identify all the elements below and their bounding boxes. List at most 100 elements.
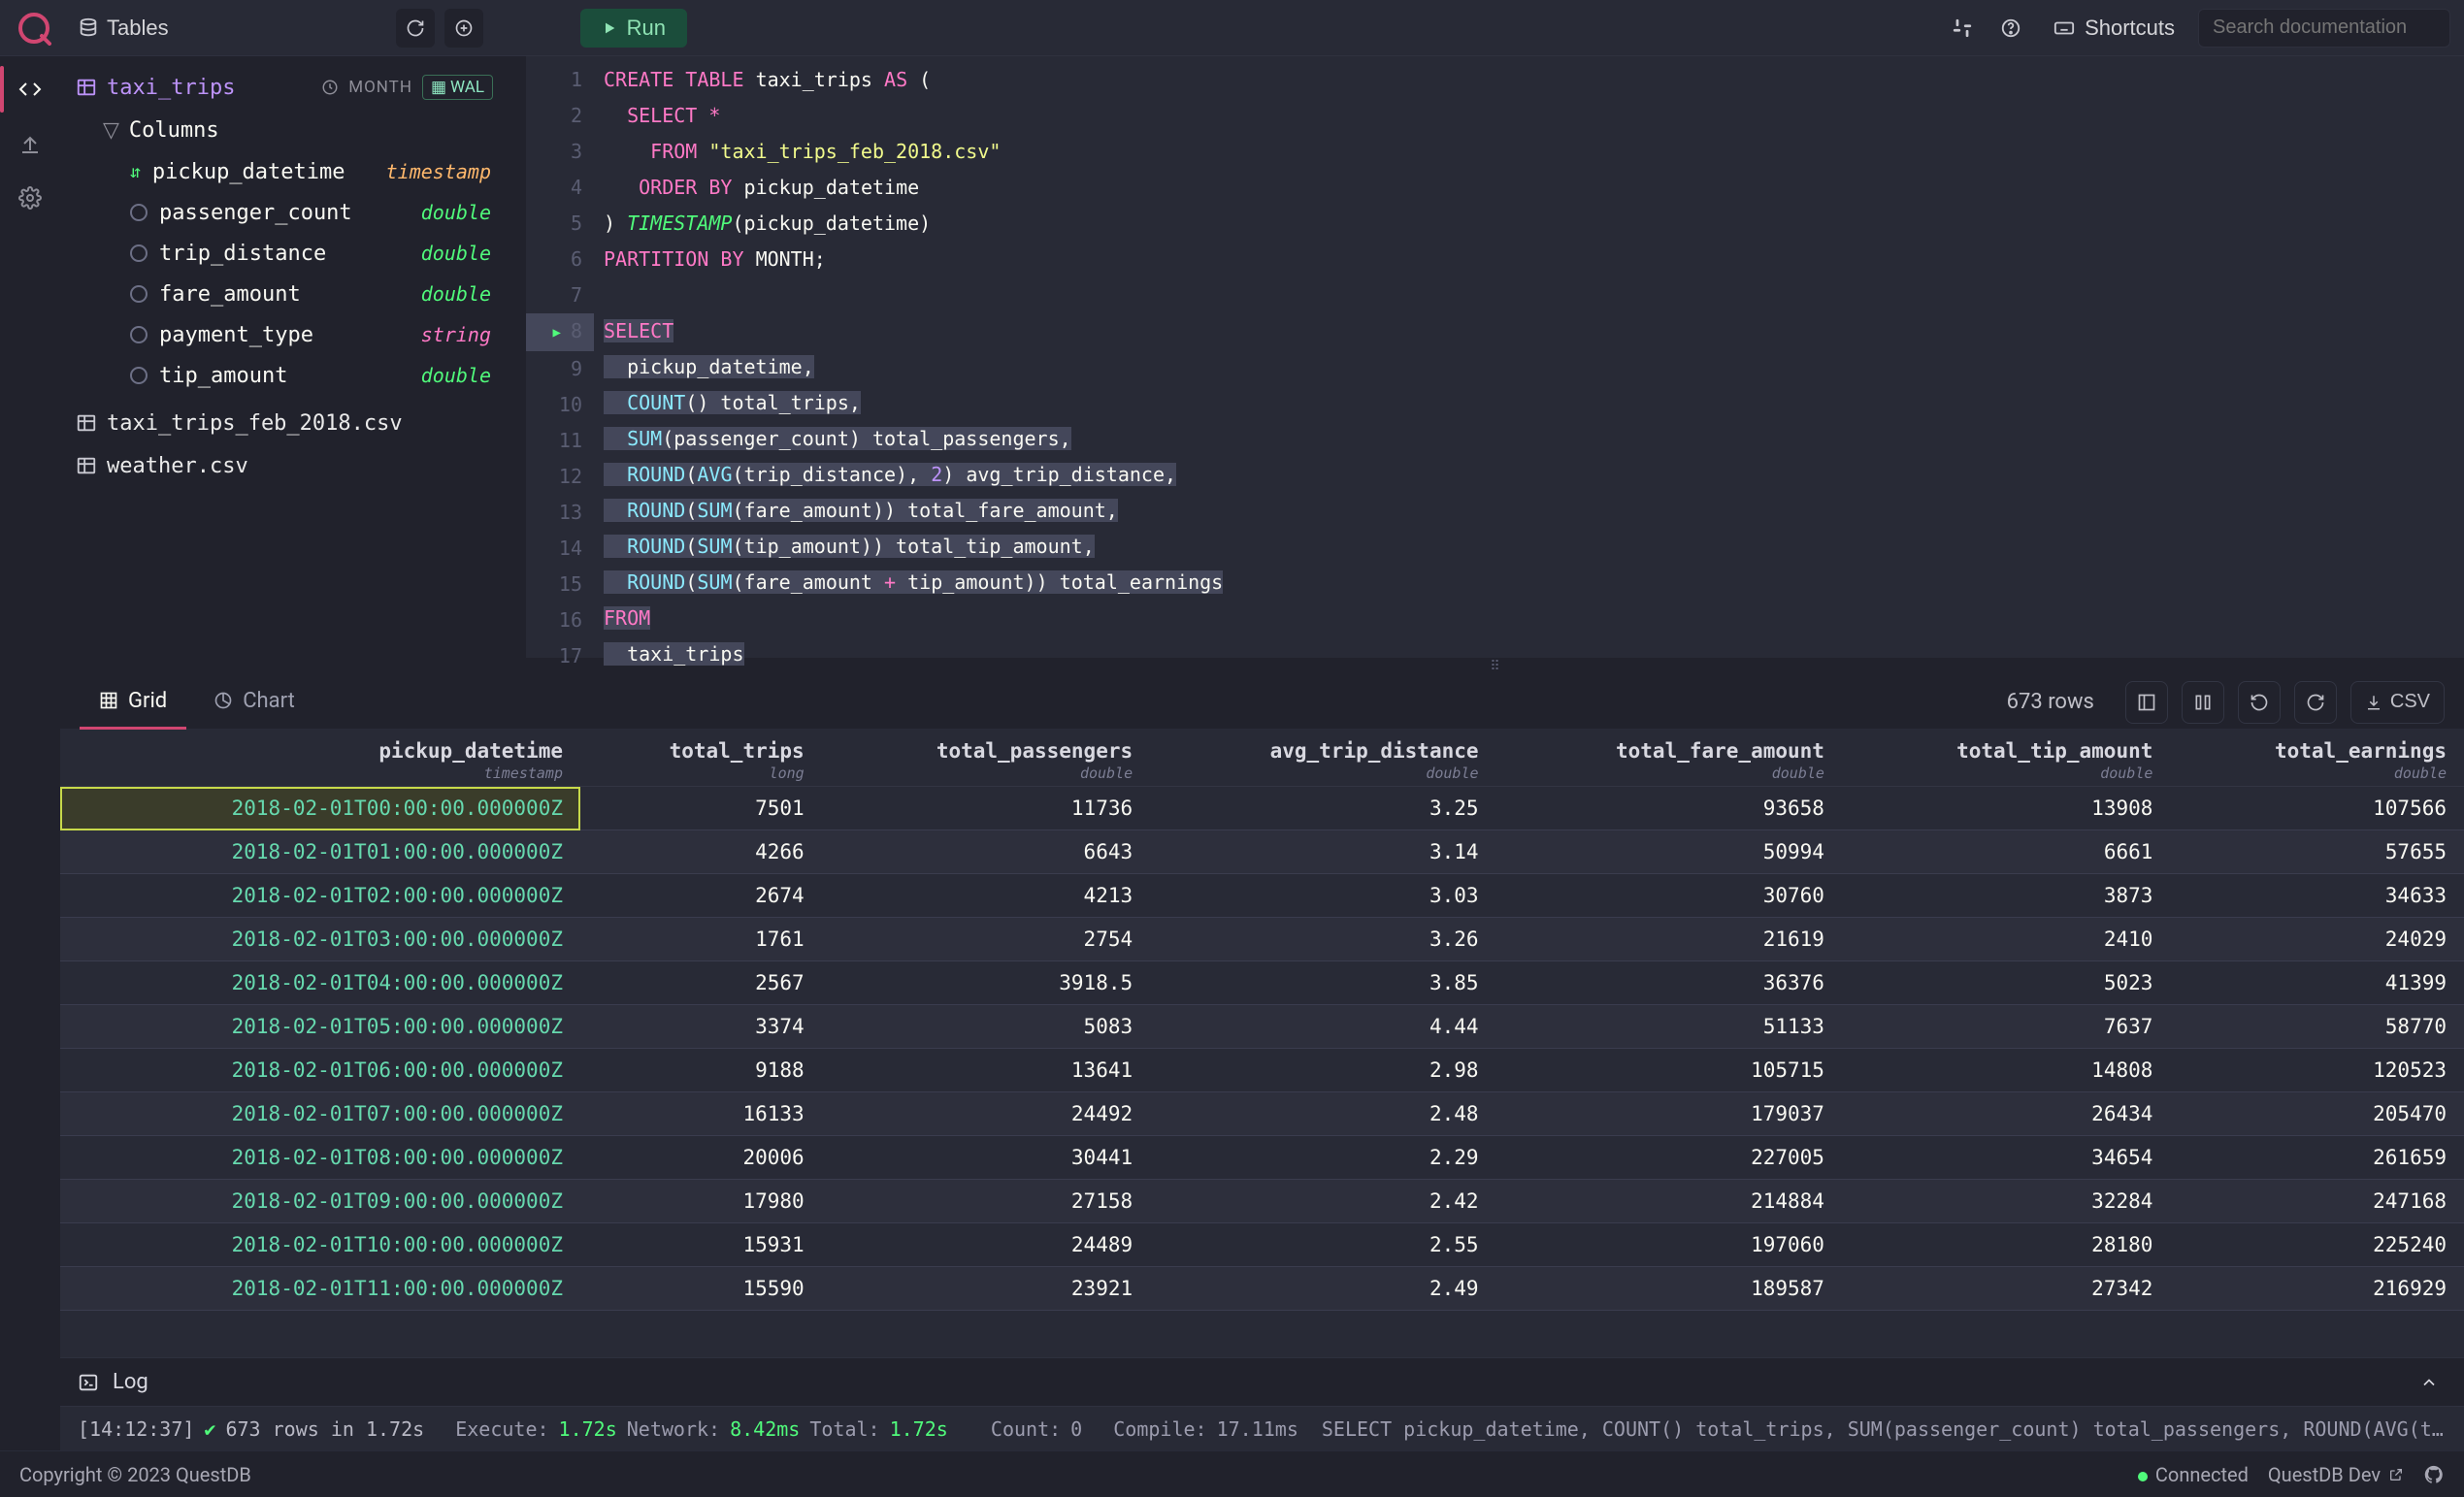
- column-row[interactable]: ⇵pickup_datetimetimestamp: [60, 151, 507, 192]
- rail-upload[interactable]: [7, 120, 53, 167]
- columns-button[interactable]: [2182, 681, 2224, 724]
- table-node[interactable]: taxi_trips MONTH ▦WAL: [60, 66, 507, 109]
- table-cell[interactable]: 3.25: [1150, 787, 1495, 830]
- rail-settings[interactable]: [7, 175, 53, 221]
- table-row[interactable]: 2018-02-01T04:00:00.000000Z25673918.53.8…: [60, 961, 2464, 1005]
- table-cell[interactable]: 93658: [1496, 787, 1842, 830]
- code-line[interactable]: ORDER BY pickup_datetime: [604, 170, 2464, 206]
- table-cell[interactable]: 2018-02-01T00:00:00.000000Z: [60, 787, 580, 830]
- table-cell[interactable]: 3374: [580, 1005, 822, 1049]
- table-row[interactable]: 2018-02-01T10:00:00.000000Z15931244892.5…: [60, 1223, 2464, 1267]
- tables-dropdown[interactable]: Tables: [64, 11, 182, 46]
- column-header[interactable]: total_tip_amountdouble: [1842, 730, 2170, 787]
- code-line[interactable]: pickup_datetime,: [604, 349, 2464, 385]
- table-cell[interactable]: 120523: [2170, 1049, 2464, 1092]
- table-cell[interactable]: 3918.5: [822, 961, 1150, 1005]
- table-cell[interactable]: 4.44: [1150, 1005, 1495, 1049]
- github-link[interactable]: [2423, 1464, 2445, 1485]
- slack-button[interactable]: [1943, 9, 1982, 48]
- table-cell[interactable]: 5083: [822, 1005, 1150, 1049]
- table-cell[interactable]: 1761: [580, 918, 822, 961]
- table-row[interactable]: 2018-02-01T05:00:00.000000Z337450834.445…: [60, 1005, 2464, 1049]
- column-header[interactable]: pickup_datetimetimestamp: [60, 730, 580, 787]
- table-cell[interactable]: 225240: [2170, 1223, 2464, 1267]
- table-cell[interactable]: 2.48: [1150, 1092, 1495, 1136]
- table-cell[interactable]: 205470: [2170, 1092, 2464, 1136]
- table-cell[interactable]: 34654: [1842, 1136, 2170, 1180]
- code-line[interactable]: FROM: [604, 601, 2464, 636]
- sql-editor[interactable]: 1234567▶891011121314151617181920 CREATE …: [526, 56, 2464, 658]
- table-cell[interactable]: 3.14: [1150, 830, 1495, 874]
- table-cell[interactable]: 2018-02-01T09:00:00.000000Z: [60, 1180, 580, 1223]
- code-line[interactable]: ROUND(SUM(fare_amount)) total_fare_amoun…: [604, 493, 2464, 529]
- rail-editor[interactable]: [7, 66, 53, 113]
- refresh-button[interactable]: [396, 9, 435, 48]
- code-line[interactable]: ROUND(SUM(tip_amount)) total_tip_amount,: [604, 529, 2464, 565]
- table-cell[interactable]: 27158: [822, 1180, 1150, 1223]
- code-line[interactable]: ROUND(AVG(trip_distance), 2) avg_trip_di…: [604, 457, 2464, 493]
- table-cell[interactable]: 2018-02-01T11:00:00.000000Z: [60, 1267, 580, 1311]
- add-button[interactable]: [444, 9, 483, 48]
- editor-code[interactable]: CREATE TABLE taxi_trips AS ( SELECT * FR…: [594, 56, 2464, 658]
- column-row[interactable]: payment_typestring: [60, 314, 507, 355]
- column-row[interactable]: fare_amountdouble: [60, 274, 507, 314]
- table-cell[interactable]: 2674: [580, 874, 822, 918]
- table-cell[interactable]: 247168: [2170, 1180, 2464, 1223]
- table-row[interactable]: 2018-02-01T11:00:00.000000Z15590239212.4…: [60, 1267, 2464, 1311]
- table-cell[interactable]: 17980: [580, 1180, 822, 1223]
- table-row[interactable]: 2018-02-01T00:00:00.000000Z7501117363.25…: [60, 787, 2464, 830]
- table-cell[interactable]: 2018-02-01T03:00:00.000000Z: [60, 918, 580, 961]
- table-cell[interactable]: 214884: [1496, 1180, 1842, 1223]
- column-header[interactable]: total_earningsdouble: [2170, 730, 2464, 787]
- table-cell[interactable]: 2018-02-01T10:00:00.000000Z: [60, 1223, 580, 1267]
- table-cell[interactable]: 3.26: [1150, 918, 1495, 961]
- table-cell[interactable]: 4213: [822, 874, 1150, 918]
- table-cell[interactable]: 24029: [2170, 918, 2464, 961]
- results-grid[interactable]: pickup_datetimetimestamptotal_tripslongt…: [60, 730, 2464, 1357]
- table-cell[interactable]: 189587: [1496, 1267, 1842, 1311]
- column-row[interactable]: trip_distancedouble: [60, 233, 507, 274]
- search-input[interactable]: [2198, 9, 2450, 48]
- code-line[interactable]: PARTITION BY MONTH;: [604, 242, 2464, 277]
- table-cell[interactable]: 107566: [2170, 787, 2464, 830]
- dev-link[interactable]: QuestDB Dev: [2268, 1463, 2404, 1486]
- table-cell[interactable]: 261659: [2170, 1136, 2464, 1180]
- table-cell[interactable]: 15590: [580, 1267, 822, 1311]
- table-cell[interactable]: 13641: [822, 1049, 1150, 1092]
- column-header[interactable]: total_passengersdouble: [822, 730, 1150, 787]
- table-cell[interactable]: 32284: [1842, 1180, 2170, 1223]
- tab-grid[interactable]: Grid: [80, 675, 186, 730]
- table-cell[interactable]: 2.98: [1150, 1049, 1495, 1092]
- table-cell[interactable]: 3.03: [1150, 874, 1495, 918]
- table-cell[interactable]: 2018-02-01T02:00:00.000000Z: [60, 874, 580, 918]
- horizontal-splitter[interactable]: ⠿: [526, 658, 2464, 675]
- code-line[interactable]: CREATE TABLE taxi_trips AS (: [604, 62, 2464, 98]
- table-cell[interactable]: 2410: [1842, 918, 2170, 961]
- table-cell[interactable]: 2754: [822, 918, 1150, 961]
- table-cell[interactable]: 57655: [2170, 830, 2464, 874]
- table-row[interactable]: 2018-02-01T09:00:00.000000Z17980271582.4…: [60, 1180, 2464, 1223]
- table-cell[interactable]: 9188: [580, 1049, 822, 1092]
- table-cell[interactable]: 27342: [1842, 1267, 2170, 1311]
- table-cell[interactable]: 179037: [1496, 1092, 1842, 1136]
- table-cell[interactable]: 41399: [2170, 961, 2464, 1005]
- table-row[interactable]: 2018-02-01T06:00:00.000000Z9188136412.98…: [60, 1049, 2464, 1092]
- table-cell[interactable]: 11736: [822, 787, 1150, 830]
- table-cell[interactable]: 36376: [1496, 961, 1842, 1005]
- code-line[interactable]: ) TIMESTAMP(pickup_datetime): [604, 206, 2464, 242]
- table-cell[interactable]: 2018-02-01T04:00:00.000000Z: [60, 961, 580, 1005]
- reset-button[interactable]: [2238, 681, 2281, 724]
- run-button[interactable]: Run: [580, 9, 687, 48]
- file-node[interactable]: taxi_trips_feb_2018.csv: [60, 402, 507, 444]
- table-cell[interactable]: 30760: [1496, 874, 1842, 918]
- table-cell[interactable]: 30441: [822, 1136, 1150, 1180]
- table-cell[interactable]: 13908: [1842, 787, 2170, 830]
- code-line[interactable]: ROUND(SUM(fare_amount + tip_amount)) tot…: [604, 565, 2464, 601]
- table-cell[interactable]: 24492: [822, 1092, 1150, 1136]
- column-header[interactable]: total_tripslong: [580, 730, 822, 787]
- table-cell[interactable]: 7637: [1842, 1005, 2170, 1049]
- table-cell[interactable]: 227005: [1496, 1136, 1842, 1180]
- table-cell[interactable]: 51133: [1496, 1005, 1842, 1049]
- table-cell[interactable]: 28180: [1842, 1223, 2170, 1267]
- chevron-up-icon[interactable]: [2412, 1365, 2447, 1400]
